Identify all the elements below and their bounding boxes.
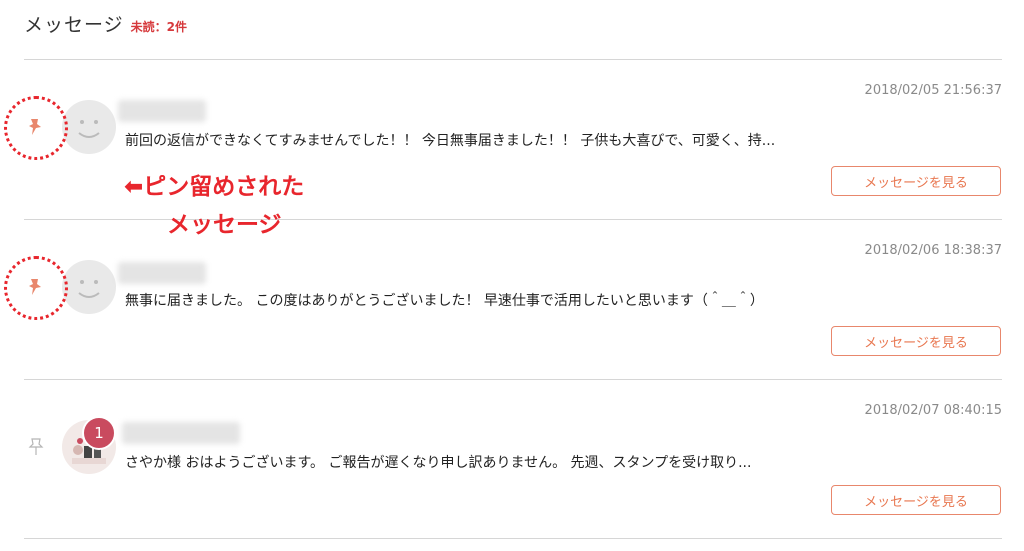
annotation-circle <box>4 96 68 160</box>
message-timestamp: 2018/02/06 18:38:37 <box>864 243 1002 258</box>
annotation-line2: メッセージ <box>167 212 282 238</box>
avatar[interactable] <box>62 100 116 154</box>
message-timestamp: 2018/02/07 08:40:15 <box>864 403 1002 418</box>
unread-count: 未読：2件 <box>130 20 187 34</box>
message-item[interactable]: 2018/02/06 18:38:37 無事に届きました。 この度はありがとうご… <box>0 220 1024 380</box>
page-header: メッセージ 未読：2件 <box>24 10 187 36</box>
divider <box>24 538 1002 539</box>
sender-name-redacted <box>122 422 240 444</box>
view-message-button[interactable]: メッセージを見る <box>831 166 1001 196</box>
arrow-left-icon: ⬅ <box>124 174 144 200</box>
sender-name-redacted <box>118 100 206 122</box>
annotation-line1: ピン留めされた <box>143 174 305 200</box>
unread-badge: 1 <box>82 416 116 450</box>
sender-name-redacted <box>118 262 206 284</box>
avatar[interactable] <box>62 260 116 314</box>
message-item[interactable]: 2018/02/07 08:40:15 1 さやか様 おはようございます。 ご報… <box>0 380 1024 540</box>
page-title: メッセージ <box>24 14 124 36</box>
message-snippet[interactable]: 無事に届きました。 この度はありがとうございました！ 早速仕事で活用したいと思い… <box>125 290 764 310</box>
message-snippet[interactable]: 前回の返信ができなくてすみませんでした！！ 今日無事届きました！！ 子供も大喜び… <box>125 130 775 150</box>
pin-icon[interactable] <box>25 436 47 458</box>
message-timestamp: 2018/02/05 21:56:37 <box>864 83 1002 98</box>
annotation-label: ⬅ピン留めされた <box>124 167 304 201</box>
view-message-button[interactable]: メッセージを見る <box>831 326 1001 356</box>
view-message-button[interactable]: メッセージを見る <box>831 485 1001 515</box>
annotation-circle <box>4 256 68 320</box>
message-snippet[interactable]: さやか様 おはようございます。 ご報告が遅くなり申し訳ありません。 先週、スタン… <box>125 452 751 472</box>
